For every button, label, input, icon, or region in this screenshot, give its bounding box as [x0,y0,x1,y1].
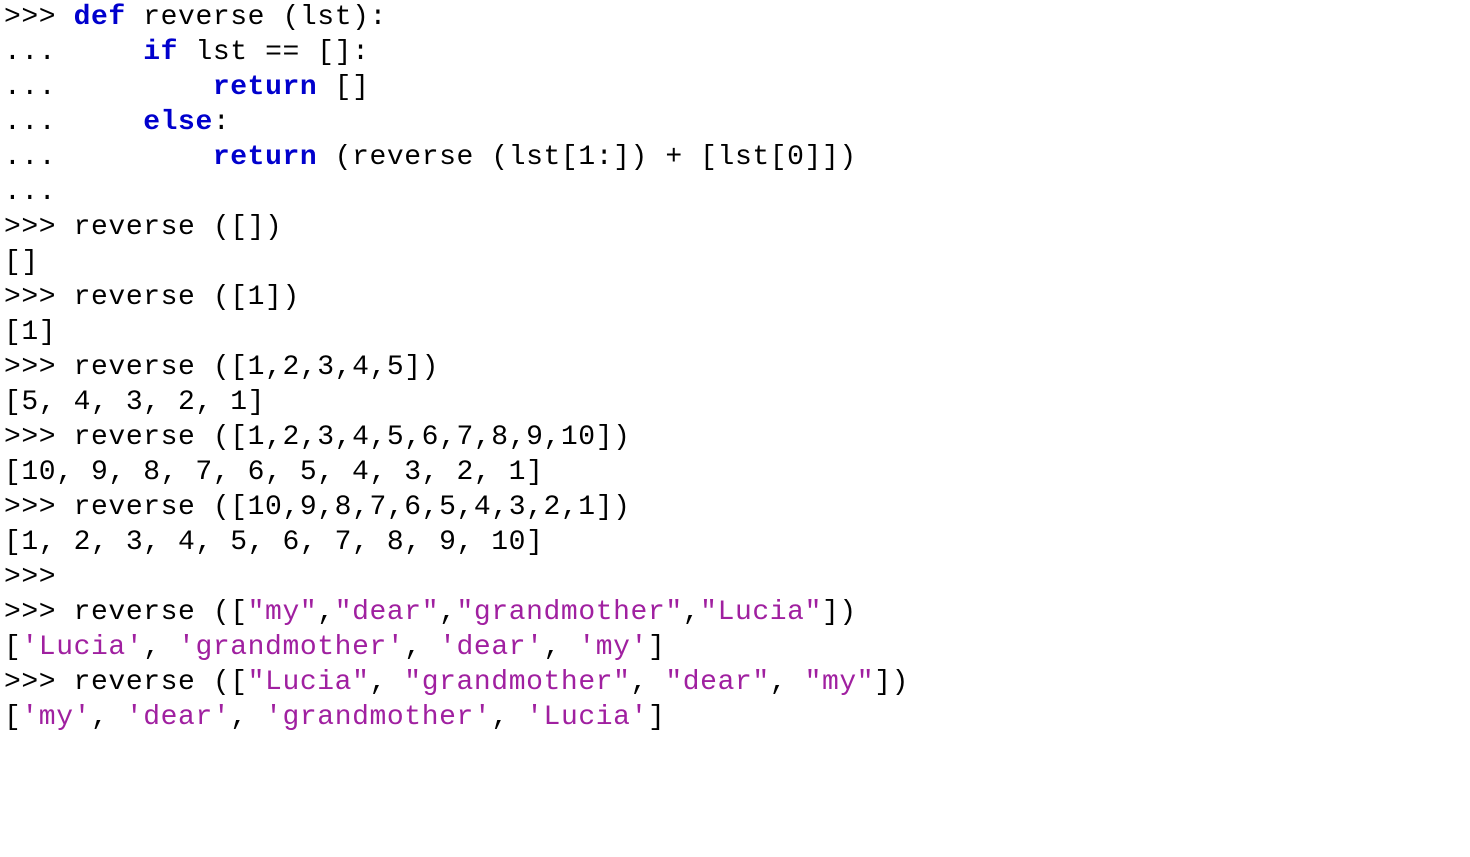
kw-return: return [213,72,317,103]
prompt-primary: >>> [4,422,74,453]
r6-open: [ [4,632,21,663]
call-3: reverse ([1,2,3,4,5]) [74,352,439,383]
str: "Lucia" [700,597,822,628]
prompt-primary: >>> [4,667,74,698]
r6-close: ] [648,632,665,663]
comma: , [631,667,666,698]
prompt-empty: >>> [4,562,56,593]
kw-def: def [74,2,126,33]
prompt-cont: ... [4,142,74,173]
ret-expr: (reverse (lst[1:]) + [lst[0]]) [317,142,857,173]
indent [74,72,213,103]
call-2: reverse ([1]) [74,282,300,313]
comma: , [491,702,526,733]
str: 'my' [578,632,648,663]
indent [74,107,144,138]
comma: , [683,597,700,628]
ret-empty: [] [317,72,369,103]
indent [74,37,144,68]
prompt-cont: ... [4,107,74,138]
call-7-pre: reverse ([ [74,667,248,698]
comma: , [230,702,265,733]
prompt-cont: ... [4,37,74,68]
call-5: reverse ([10,9,8,7,6,5,4,3,2,1]) [74,492,631,523]
if-cond: lst == []: [178,37,369,68]
space [126,2,143,33]
str: 'my' [21,702,91,733]
prompt-primary: >>> [4,2,74,33]
call-1: reverse ([]) [74,212,283,243]
comma: , [91,702,126,733]
result-2: [1] [4,317,56,348]
python-repl-block: >>> def reverse (lst): ... if lst == []:… [0,0,1470,735]
comma: , [439,597,456,628]
comma: , [369,667,404,698]
comma: , [404,632,439,663]
str: 'Lucia' [21,632,143,663]
comma: , [544,632,579,663]
indent [74,142,213,173]
r7-open: [ [4,702,21,733]
result-4: [10, 9, 8, 7, 6, 5, 4, 3, 2, 1] [4,457,544,488]
kw-if: if [143,37,178,68]
str: 'grandmother' [178,632,404,663]
else-colon: : [213,107,230,138]
close: ]) [822,597,857,628]
str: "Lucia" [248,667,370,698]
prompt-cont-blank: ... [4,177,74,208]
r7-close: ] [648,702,665,733]
str: 'Lucia' [526,702,648,733]
close: ]) [874,667,909,698]
result-5: [1, 2, 3, 4, 5, 6, 7, 8, 9, 10] [4,527,544,558]
prompt-cont: ... [4,72,74,103]
str: "my" [248,597,318,628]
str: 'grandmother' [265,702,491,733]
comma: , [143,632,178,663]
str: "dear" [335,597,439,628]
comma: , [770,667,805,698]
prompt-primary: >>> [4,212,74,243]
comma: , [317,597,334,628]
result-3: [5, 4, 3, 2, 1] [4,387,265,418]
def-params: (lst): [265,2,387,33]
call-4: reverse ([1,2,3,4,5,6,7,8,9,10]) [74,422,631,453]
str: 'dear' [126,702,230,733]
str: 'dear' [439,632,543,663]
str: "dear" [665,667,769,698]
call-6-pre: reverse ([ [74,597,248,628]
prompt-primary: >>> [4,352,74,383]
kw-return: return [213,142,317,173]
result-1: [] [4,247,39,278]
str: "my" [805,667,875,698]
kw-else: else [143,107,213,138]
fn-name: reverse [143,2,265,33]
str: "grandmother" [457,597,683,628]
prompt-primary: >>> [4,492,74,523]
prompt-primary: >>> [4,597,74,628]
prompt-primary: >>> [4,282,74,313]
str: "grandmother" [404,667,630,698]
